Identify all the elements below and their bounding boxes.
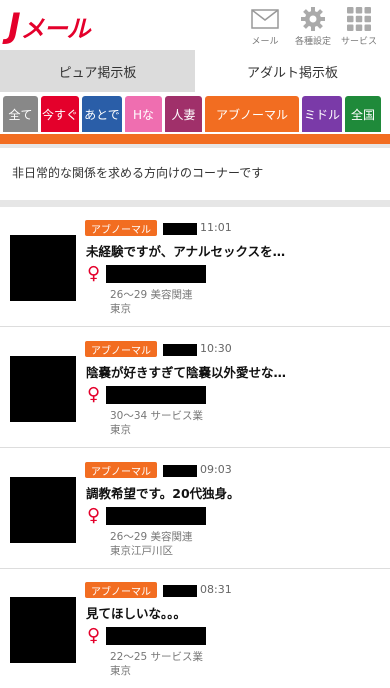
app-header: J メール メール 各種設定 サービス — [0, 0, 390, 50]
settings-label: 各種設定 — [294, 37, 331, 47]
female-icon: ♀ — [87, 625, 101, 646]
category-tab-all[interactable]: 全て — [3, 96, 38, 132]
category-tab-nationwide[interactable]: 全国 — [345, 96, 381, 132]
female-icon: ♀ — [87, 263, 101, 284]
female-icon: ♀ — [87, 384, 101, 405]
age-occupation: 26～29 美容関連 — [110, 531, 193, 543]
redacted-name — [163, 344, 197, 356]
post-time: 09:03 — [200, 463, 232, 476]
redacted-user-id — [106, 627, 206, 645]
grid-icon — [344, 6, 374, 32]
category-tab-h[interactable]: Hな — [125, 96, 162, 132]
redacted-user-id — [106, 265, 206, 283]
mail-button[interactable]: メール — [242, 6, 288, 50]
avatar[interactable] — [10, 477, 76, 543]
post-item[interactable]: アブノーマル 09:03 調教希望です。20代独身。 ♀ 26～29 美容関連 … — [0, 449, 390, 569]
location: 東京 — [110, 303, 131, 315]
logo-j: J — [8, 6, 21, 46]
female-icon: ♀ — [87, 505, 101, 526]
redacted-user-id — [106, 507, 206, 525]
post-title[interactable]: 陰嚢が好きすぎて陰嚢以外愛せな… — [86, 362, 286, 381]
divider — [0, 144, 390, 148]
tab-pure-board[interactable]: ピュア掲示板 — [0, 50, 195, 92]
location: 東京 — [110, 665, 131, 677]
age-occupation: 30～34 サービス業 — [110, 410, 204, 422]
mail-icon — [250, 6, 280, 32]
category-description: 非日常的な関係を求める方向けのコーナーです — [12, 166, 264, 180]
age-occupation: 26～29 美容関連 — [110, 289, 193, 301]
post-item[interactable]: アブノーマル 08:31 見てほしいな。。。 ♀ 22～25 サービス業 東京 — [0, 569, 390, 688]
category-tab-now[interactable]: 今すぐ — [41, 96, 79, 132]
category-tab-middle[interactable]: ミドル — [302, 96, 342, 132]
avatar[interactable] — [10, 597, 76, 663]
location: 東京 — [110, 424, 131, 436]
category-badge: アブノーマル — [85, 220, 157, 236]
post-time: 11:01 — [200, 221, 232, 234]
post-title[interactable]: 未経験ですが、アナルセックスを… — [86, 241, 285, 260]
section-divider — [0, 200, 390, 207]
avatar[interactable] — [10, 356, 76, 422]
category-tab-abnormal[interactable]: アブノーマル — [205, 96, 299, 132]
jmail-logo[interactable]: J メール — [8, 6, 91, 46]
category-underline — [0, 134, 390, 144]
category-tabs: 全て 今すぐ あとで Hな 人妻 アブノーマル ミドル 全国 — [0, 96, 390, 134]
category-tab-wife[interactable]: 人妻 — [165, 96, 202, 132]
post-item[interactable]: アブノーマル 11:01 未経験ですが、アナルセックスを… ♀ 26～29 美容… — [0, 207, 390, 327]
post-title[interactable]: 調教希望です。20代独身。 — [86, 483, 240, 502]
logo-text: メール — [20, 14, 91, 43]
location: 東京江戸川区 — [110, 545, 173, 557]
post-time: 10:30 — [200, 342, 232, 355]
avatar[interactable] — [10, 235, 76, 301]
tab-adult-board[interactable]: アダルト掲示板 — [195, 50, 390, 92]
post-item[interactable]: アブノーマル 10:30 陰嚢が好きすぎて陰嚢以外愛せな… ♀ 30～34 サー… — [0, 328, 390, 448]
redacted-name — [163, 223, 197, 235]
category-badge: アブノーマル — [85, 341, 157, 357]
service-label: サービス — [340, 37, 377, 47]
category-badge: アブノーマル — [85, 582, 157, 598]
post-title[interactable]: 見てほしいな。。。 — [86, 603, 186, 622]
redacted-name — [163, 585, 197, 597]
age-occupation: 22～25 サービス業 — [110, 651, 204, 663]
gear-icon — [298, 6, 328, 32]
service-button[interactable]: サービス — [336, 6, 382, 50]
post-time: 08:31 — [200, 583, 232, 596]
category-badge: アブノーマル — [85, 462, 157, 478]
mail-label: メール — [251, 37, 279, 47]
category-tab-later[interactable]: あとで — [82, 96, 122, 132]
redacted-user-id — [106, 386, 206, 404]
settings-button[interactable]: 各種設定 — [290, 6, 336, 50]
board-tabs: ピュア掲示板 アダルト掲示板 — [0, 50, 390, 92]
redacted-name — [163, 465, 197, 477]
